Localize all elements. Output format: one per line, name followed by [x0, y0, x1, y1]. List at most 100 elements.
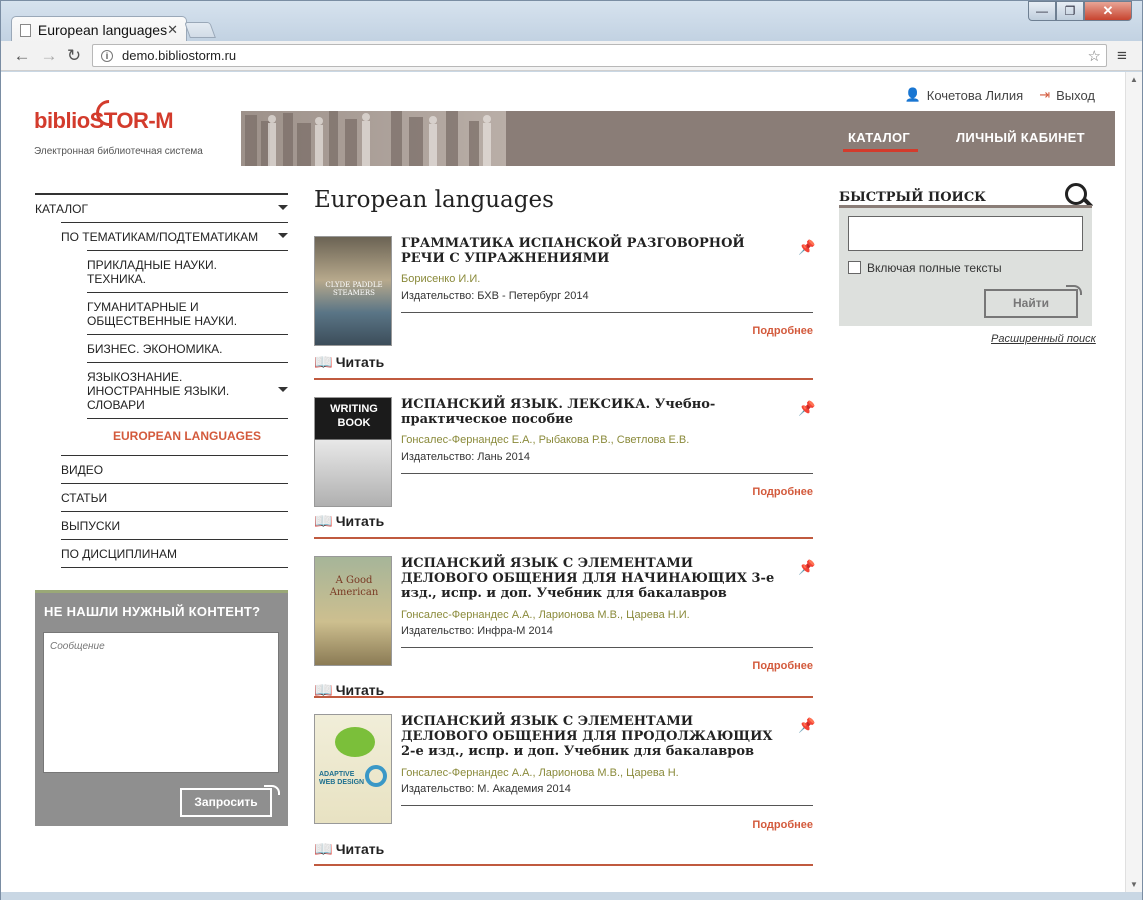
full-text-checkbox-label[interactable]: Включая полные тексты: [867, 261, 1002, 275]
book-cover[interactable]: WRITING BOOK: [314, 397, 392, 507]
read-button[interactable]: 📖 Читать: [314, 840, 384, 858]
menu-item-video[interactable]: ВИДЕО: [61, 455, 288, 483]
spiral-illustration: [365, 765, 387, 787]
book-authors[interactable]: Гонсалес-Фернандес А.А., Ларионова М.В.,…: [401, 767, 679, 779]
window-bottom-frame: [1, 892, 1142, 900]
reload-icon[interactable]: ↻: [64, 46, 84, 66]
menu-item-label: ПО ТЕМАТИКАМ/ПОДТЕМАТИКАМ: [61, 230, 259, 244]
title-bar: European languages ✕ — ❐ ✕: [1, 1, 1142, 43]
menu-item-label: ЯЗЫКОЗНАНИЕ. ИНОСТРАННЫЕ ЯЗЫКИ. СЛОВАРИ: [87, 370, 230, 412]
logo-text-storm: STOR-M: [89, 108, 174, 133]
more-link[interactable]: Подробнее: [752, 325, 813, 337]
site-logo[interactable]: biblioSTOR-M Электронная библиотечная си…: [34, 94, 234, 160]
chevron-down-icon[interactable]: [278, 205, 288, 210]
menu-item-issues[interactable]: ВЫПУСКИ: [61, 511, 288, 539]
bookmark-pin-icon[interactable]: 📌: [798, 717, 815, 733]
menu-item-label: ВЫПУСКИ: [61, 519, 121, 533]
browser-menu-icon[interactable]: ≡: [1113, 47, 1131, 65]
info-icon[interactable]: i: [101, 49, 113, 62]
tab-close-icon[interactable]: ✕: [167, 22, 178, 38]
request-message-input[interactable]: [43, 632, 279, 773]
header-banner: КАТАЛОГ ЛИЧНЫЙ КАБИНЕТ: [241, 111, 1115, 166]
logout-link[interactable]: Выход: [1056, 88, 1095, 103]
book-cover[interactable]: CLYDE PADDLE STEAMERS: [314, 236, 392, 346]
chameleon-illustration: [335, 727, 375, 757]
menu-item-label: КАТАЛОГ: [35, 202, 88, 216]
book-publisher: Издательство: Инфра-М 2014: [401, 625, 553, 637]
new-tab-button[interactable]: [184, 22, 216, 38]
browser-window: European languages ✕ — ❐ ✕ ← → ↻ i demo.…: [0, 0, 1143, 900]
browser-tab[interactable]: European languages ✕: [11, 16, 187, 43]
book-separator: [401, 647, 813, 648]
book-item: ADAPTIVE WEB DESIGN ИСПАНСКИЙ ЯЗЫК С ЭЛЕ…: [314, 714, 815, 866]
menu-item-label: ГУМАНИТАРНЫЕ И ОБЩЕСТВЕННЫЕ НАУКИ.: [87, 300, 238, 328]
menu-item-applied-sciences[interactable]: ПРИКЛАДНЫЕ НАУКИ. ТЕХНИКА.: [87, 250, 288, 292]
minimize-button[interactable]: —: [1028, 1, 1056, 21]
open-book-icon: 📖: [314, 354, 333, 371]
menu-item-articles[interactable]: СТАТЬИ: [61, 483, 288, 511]
bookmark-pin-icon[interactable]: 📌: [798, 559, 815, 575]
chevron-down-icon[interactable]: [278, 233, 288, 238]
book-title[interactable]: ИСПАНСКИЙ ЯЗЫК С ЭЛЕМЕНТАМИ ДЕЛОВОГО ОБЩ…: [401, 714, 781, 759]
request-title: НЕ НАШЛИ НУЖНЫЙ КОНТЕНТ?: [44, 604, 261, 619]
menu-item-by-disciplines[interactable]: ПО ДИСЦИПЛИНАМ: [61, 539, 288, 568]
close-window-button[interactable]: ✕: [1084, 1, 1132, 21]
read-button[interactable]: 📖 Читать: [314, 353, 384, 371]
logo-text: biblioSTOR-M: [34, 108, 174, 134]
book-item: CLYDE PADDLE STEAMERS ГРАММАТИКА ИСПАНСК…: [314, 236, 815, 386]
more-link[interactable]: Подробнее: [752, 660, 813, 672]
user-bar: 👤 Кочетова Лилия ⇥ Выход: [905, 87, 1095, 103]
scroll-up-icon[interactable]: ▲: [1130, 75, 1138, 84]
book-item: A Good American ИСПАНСКИЙ ЯЗЫК С ЭЛЕМЕНТ…: [314, 556, 815, 706]
chevron-down-icon[interactable]: [278, 387, 288, 392]
scroll-down-icon[interactable]: ▼: [1130, 880, 1138, 889]
nav-personal-cabinet[interactable]: ЛИЧНЫЙ КАБИНЕТ: [956, 130, 1085, 145]
nav-catalog[interactable]: КАТАЛОГ: [848, 130, 910, 145]
book-cover[interactable]: ADAPTIVE WEB DESIGN: [314, 714, 392, 824]
arrow-curve-icon: [264, 785, 280, 795]
bookmark-pin-icon[interactable]: 📌: [798, 400, 815, 416]
quick-search-title: БЫСТРЫЙ ПОИСК: [839, 190, 987, 205]
cover-title: A Good American: [329, 575, 379, 598]
bookmark-star-icon[interactable]: ☆: [1088, 47, 1101, 65]
tab-title: European languages: [37, 22, 168, 38]
menu-item-humanities[interactable]: ГУМАНИТАРНЫЕ И ОБЩЕСТВЕННЫЕ НАУКИ.: [87, 292, 288, 334]
book-title[interactable]: ИСПАНСКИЙ ЯЗЫК. ЛЕКСИКА. Учебно-практиче…: [401, 397, 781, 427]
book-title[interactable]: ИСПАНСКИЙ ЯЗЫК С ЭЛЕМЕНТАМИ ДЕЛОВОГО ОБЩ…: [401, 556, 781, 601]
back-arrow-icon[interactable]: ←: [12, 46, 32, 66]
request-button[interactable]: Запросить: [180, 788, 272, 817]
user-name-link[interactable]: Кочетова Лилия: [927, 88, 1023, 103]
more-link[interactable]: Подробнее: [752, 819, 813, 831]
forward-arrow-icon[interactable]: →: [39, 46, 59, 66]
find-button[interactable]: Найти: [984, 289, 1078, 318]
page-viewport: 👤 Кочетова Лилия ⇥ Выход biblioSTOR-M Эл…: [1, 72, 1125, 892]
menu-item-european-languages[interactable]: EUROPEAN LANGUAGES: [113, 426, 288, 449]
arrow-curve-icon: [1066, 285, 1082, 295]
book-authors[interactable]: Борисенко И.И.: [401, 273, 480, 285]
book-title[interactable]: ГРАММАТИКА ИСПАНСКОЙ РАЗГОВОРНОЙ РЕЧИ С …: [401, 236, 781, 266]
read-button[interactable]: 📖 Читать: [314, 512, 384, 530]
bookmark-pin-icon[interactable]: 📌: [798, 239, 815, 255]
menu-item-business[interactable]: БИЗНЕС. ЭКОНОМИКА.: [87, 334, 288, 362]
maximize-button[interactable]: ❐: [1056, 1, 1084, 21]
vertical-scrollbar[interactable]: ▲ ▼: [1125, 72, 1142, 892]
more-link[interactable]: Подробнее: [752, 486, 813, 498]
book-divider: [314, 378, 813, 380]
book-authors[interactable]: Гонсалес-Фернандес А.А., Ларионова М.В.,…: [401, 609, 690, 621]
book-item: WRITING BOOK ИСПАНСКИЙ ЯЗЫК. ЛЕКСИКА. Уч…: [314, 397, 815, 547]
menu-item-linguistics[interactable]: ЯЗЫКОЗНАНИЕ. ИНОСТРАННЫЕ ЯЗЫКИ. СЛОВАРИ: [87, 362, 288, 418]
menu-spacer: [87, 418, 288, 426]
book-publisher: Издательство: М. Академия 2014: [401, 783, 571, 795]
open-book-icon: 📖: [314, 841, 333, 858]
read-label: Читать: [335, 841, 385, 857]
menu-item-by-topics[interactable]: ПО ТЕМАТИКАМ/ПОДТЕМАТИКАМ: [61, 222, 288, 250]
book-authors[interactable]: Гонсалес-Фернандес Е.А., Рыбакова Р.В., …: [401, 434, 689, 446]
full-text-checkbox[interactable]: [848, 261, 861, 274]
address-bar[interactable]: i demo.bibliostorm.ru ☆: [92, 44, 1107, 67]
menu-item-catalog[interactable]: КАТАЛОГ: [35, 193, 288, 222]
nav-active-indicator: [843, 149, 918, 152]
search-input[interactable]: [848, 216, 1083, 251]
book-cover[interactable]: A Good American: [314, 556, 392, 666]
user-icon: 👤: [904, 87, 921, 102]
advanced-search-link[interactable]: Расширенный поиск: [991, 333, 1096, 345]
